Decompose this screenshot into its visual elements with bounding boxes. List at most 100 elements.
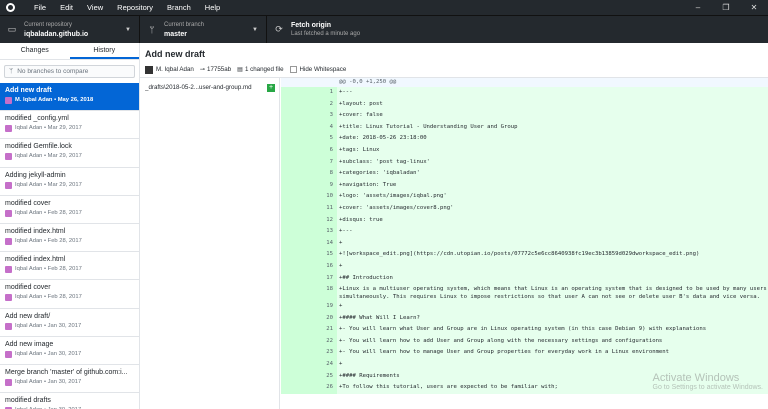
commit-title: Add new draft bbox=[145, 49, 205, 59]
commit-list-item[interactable]: modified _config.yml Iqbal Adan • Mar 29,… bbox=[0, 111, 139, 140]
commit-list-item[interactable]: modified cover Iqbal Adan • Feb 28, 2017 bbox=[0, 280, 139, 309]
hunk-text: @@ -0,0 +1,250 @@ bbox=[339, 79, 397, 85]
diff-line: 23 +- You will learn how to manage User a… bbox=[281, 347, 768, 360]
new-line-number: 20 bbox=[309, 312, 337, 325]
toolbar: ▭ Current repository iqbaladan.github.io… bbox=[0, 15, 768, 43]
new-line-number: 18 bbox=[309, 284, 337, 302]
diff-line: 17 +## Introduction bbox=[281, 272, 768, 285]
current-branch-button[interactable]: ᛘ Current branch master ▼ bbox=[140, 16, 267, 43]
commit-list-item[interactable]: Adding jekyll-admin Iqbal Adan • Mar 29, … bbox=[0, 168, 139, 196]
new-line-number: 16 bbox=[309, 260, 337, 273]
compare-placeholder: No branches to compare bbox=[17, 68, 89, 75]
diff-line-code: +logo: 'assets/images/iqbal.png' bbox=[339, 193, 447, 200]
commit-meta: Iqbal Adan • Mar 29, 2017 bbox=[5, 152, 134, 161]
new-line-number: 3 bbox=[309, 110, 337, 122]
commit-detail-pane: Add new draft M. Iqbal Adan ⊸ 17755ab ▤ … bbox=[140, 43, 768, 409]
repo-name: iqbaladan.github.io bbox=[24, 30, 89, 38]
commit-info-bar: M. Iqbal Adan ⊸ 17755ab ▤ 1 changed file… bbox=[140, 62, 768, 78]
diff-line-code: +layout: post bbox=[339, 100, 383, 107]
restore-icon[interactable]: ❐ bbox=[712, 0, 740, 15]
fetch-origin-button[interactable]: ⟳ Fetch origin Last fetched a minute ago bbox=[267, 16, 407, 43]
diff-line-code: +cover: 'assets/images/cover8.png' bbox=[339, 204, 454, 211]
file-name: _drafts\2018-05-2...user-and-group.md bbox=[145, 84, 252, 91]
commit-list-item[interactable]: Add new image Iqbal Adan • Jan 30, 2017 bbox=[0, 337, 139, 365]
new-line-number: 14 bbox=[309, 237, 337, 250]
branch-compare-input[interactable]: ᛘ No branches to compare bbox=[4, 65, 135, 78]
old-line-number bbox=[281, 284, 309, 302]
diff-line: 6 +tags: Linux bbox=[281, 144, 768, 157]
commit-summary: Add new image bbox=[5, 340, 54, 348]
diff-line: 22 +- You will learn how to add User and … bbox=[281, 335, 768, 348]
commit-meta-text: Iqbal Adan • Jan 30, 2017 bbox=[15, 322, 82, 329]
commit-summary: Add new draft bbox=[5, 87, 52, 94]
hide-whitespace-toggle[interactable]: Hide Whitespace bbox=[289, 66, 347, 73]
old-line-number bbox=[281, 144, 309, 157]
menu-branch[interactable]: Branch bbox=[160, 3, 198, 12]
commit-meta-text: Iqbal Adan • Feb 28, 2017 bbox=[15, 294, 82, 301]
diff-line-code: +- You will learn how to add User and Gr… bbox=[339, 337, 663, 344]
new-line-number: 6 bbox=[309, 144, 337, 157]
watermark-subtitle: Go to Settings to activate Windows. bbox=[652, 384, 764, 391]
commit-author: M. Iqbal Adan bbox=[156, 66, 194, 73]
commit-list-item[interactable]: modified draftsIqbal Adan • Jan 30, 2017 bbox=[0, 393, 139, 409]
minimize-icon[interactable]: – bbox=[684, 0, 712, 15]
new-line-number: 8 bbox=[309, 168, 337, 180]
diff-line-code: + bbox=[339, 303, 343, 310]
commit-sha[interactable]: 17755ab bbox=[207, 66, 231, 73]
new-line-number: 12 bbox=[309, 214, 337, 227]
diff-line: 15 +![workspace_edit.png](https://cdn.uto… bbox=[281, 249, 768, 261]
list-item[interactable]: _drafts\2018-05-2...user-and-group.md + bbox=[140, 82, 279, 93]
diff-line-code: +tags: Linux bbox=[339, 146, 380, 153]
diff-line-code: +#### What Will I Learn? bbox=[339, 314, 420, 321]
tab-history[interactable]: History bbox=[69, 43, 139, 59]
new-line-number: 24 bbox=[309, 359, 337, 371]
commit-list-item[interactable]: modified cover Iqbal Adan • Feb 28, 2017 bbox=[0, 196, 139, 224]
old-line-number bbox=[281, 121, 309, 134]
window-controls: – ❐ ✕ bbox=[684, 0, 768, 15]
avatar bbox=[5, 378, 12, 386]
menu-file[interactable]: File bbox=[27, 3, 53, 12]
diff-line-code: +categories: 'iqbaladan' bbox=[339, 170, 420, 177]
new-line-number: 1 bbox=[309, 87, 337, 99]
menu-repository[interactable]: Repository bbox=[110, 3, 160, 12]
commit-icon: ⊸ bbox=[199, 66, 206, 73]
new-line-number: 7 bbox=[309, 156, 337, 169]
diff-line: 9 +navigation: True bbox=[281, 179, 768, 192]
menu-help[interactable]: Help bbox=[198, 3, 227, 12]
hide-whitespace-label: Hide Whitespace bbox=[299, 66, 347, 73]
old-line-number bbox=[281, 237, 309, 250]
avatar bbox=[5, 266, 12, 274]
commit-list-item[interactable]: Merge branch 'master' of github.com:i...… bbox=[0, 365, 139, 394]
new-line-number: 26 bbox=[309, 382, 337, 394]
diff-line: 24 + bbox=[281, 359, 768, 371]
tab-changes[interactable]: Changes bbox=[0, 43, 70, 59]
commit-meta-text: Iqbal Adan • Jan 30, 2017 bbox=[15, 350, 82, 357]
diff-line: 8 +categories: 'iqbaladan' bbox=[281, 168, 768, 180]
commit-meta: Iqbal Adan • Feb 28, 2017 bbox=[5, 293, 134, 302]
old-line-number bbox=[281, 110, 309, 122]
old-line-number bbox=[281, 249, 309, 261]
current-repository-button[interactable]: ▭ Current repository iqbaladan.github.io… bbox=[0, 16, 140, 43]
diff-line: 21 +- You will learn what User and Group … bbox=[281, 324, 768, 336]
avatar bbox=[5, 181, 12, 189]
commit-meta-text: Iqbal Adan • Feb 28, 2017 bbox=[15, 266, 82, 273]
new-line-number: 10 bbox=[309, 191, 337, 203]
avatar bbox=[5, 209, 12, 217]
diff-line: 11 +cover: 'assets/images/cover8.png' bbox=[281, 202, 768, 215]
commit-summary: modified index.html bbox=[5, 256, 66, 264]
old-line-number bbox=[281, 347, 309, 360]
hide-whitespace-checkbox[interactable] bbox=[289, 66, 297, 73]
commit-list-item[interactable]: modified index.html Iqbal Adan • Feb 28, … bbox=[0, 252, 139, 281]
old-line-number bbox=[281, 179, 309, 192]
commit-list-item[interactable]: modified index.html Iqbal Adan • Feb 28, … bbox=[0, 224, 139, 253]
menu-edit[interactable]: Edit bbox=[53, 3, 80, 12]
diff-line-code: +![workspace_edit.png](https://cdn.utopi… bbox=[339, 251, 700, 258]
commit-list-item[interactable]: Add new draft/Iqbal Adan • Jan 30, 2017 bbox=[0, 309, 139, 337]
menu-view[interactable]: View bbox=[80, 3, 110, 12]
close-icon[interactable]: ✕ bbox=[740, 0, 768, 15]
github-logo-icon bbox=[6, 3, 15, 12]
commit-list-item[interactable]: Add new draft M. Iqbal Adan • May 26, 201… bbox=[0, 83, 139, 112]
diff-line: 16 + bbox=[281, 260, 768, 273]
new-line-number: 21 bbox=[309, 324, 337, 336]
commit-list-item[interactable]: modified Gemfile.lock Iqbal Adan • Mar 29… bbox=[0, 139, 139, 168]
